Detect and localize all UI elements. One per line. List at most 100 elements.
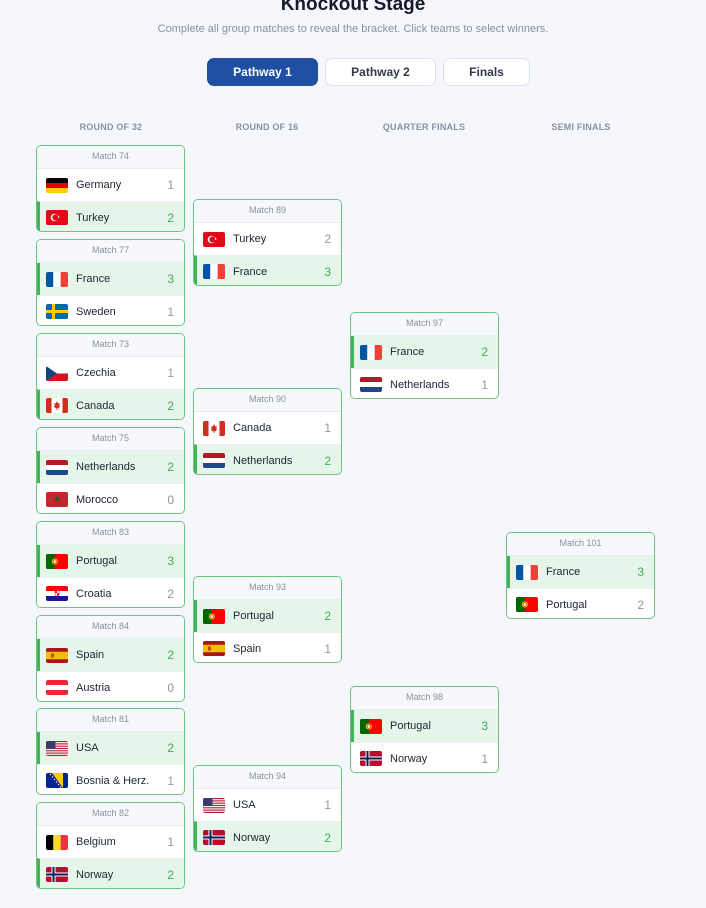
team-score: 2 xyxy=(324,453,331,468)
pathway-tabs: Pathway 1 Pathway 2 Finals xyxy=(0,58,706,88)
team-score: 3 xyxy=(481,719,488,733)
netherlands-flag-icon xyxy=(203,453,225,468)
team-row[interactable]: Norway 2 xyxy=(37,858,184,888)
team-row[interactable]: France 3 xyxy=(37,263,184,295)
team-row[interactable]: Turkey 2 xyxy=(194,223,341,255)
team-row[interactable]: Spain 1 xyxy=(194,632,341,662)
team-name: Bosnia & Herz. xyxy=(76,774,150,787)
match-card: Match 84 Spain 2 Austria 0 xyxy=(36,615,185,702)
match-label: Match 93 xyxy=(194,577,341,600)
team-score: 2 xyxy=(481,345,488,359)
match-label: Match 73 xyxy=(37,334,184,357)
team-name: Norway xyxy=(233,831,271,844)
team-row[interactable]: Netherlands 2 xyxy=(37,451,184,483)
team-score: 1 xyxy=(167,304,174,319)
team-score: 1 xyxy=(167,773,174,788)
team-row[interactable]: Sweden 1 xyxy=(37,295,184,325)
netherlands-flag-icon xyxy=(46,459,68,475)
france-flag-icon xyxy=(203,264,225,279)
team-score: 3 xyxy=(324,264,331,279)
turkey-flag-icon xyxy=(46,210,68,225)
team-row[interactable]: Czechia 1 xyxy=(37,357,184,389)
norway-flag-icon xyxy=(203,830,225,845)
team-row[interactable]: France 3 xyxy=(507,556,654,588)
match-card: Match 98 Portugal 3 Norway 1 xyxy=(350,686,499,773)
team-row[interactable]: USA 1 xyxy=(194,789,341,821)
team-row[interactable]: Norway 1 xyxy=(351,742,498,772)
norway-flag-icon xyxy=(360,751,382,766)
usa-flag-icon xyxy=(46,740,68,756)
team-row[interactable]: Austria 0 xyxy=(37,671,184,701)
match-card: Match 82 Belgium 1 Norway 2 xyxy=(36,802,185,889)
team-row[interactable]: Spain 2 xyxy=(37,639,184,671)
sweden-flag-icon xyxy=(46,304,68,319)
team-row[interactable]: Portugal 3 xyxy=(37,545,184,577)
team-row[interactable]: Netherlands 1 xyxy=(351,368,498,398)
match-card: Match 75 Netherlands 2 Morocco 0 xyxy=(36,427,185,514)
team-row[interactable]: Canada 2 xyxy=(37,389,184,419)
team-row[interactable]: Bosnia & Herz. 1 xyxy=(37,764,184,794)
tab-pathway-1[interactable]: Pathway 1 xyxy=(207,58,318,86)
match-label: Match 90 xyxy=(194,389,341,412)
team-name: USA xyxy=(233,799,256,811)
match-label: Match 82 xyxy=(37,803,184,826)
page-title: Knockout Stage xyxy=(280,0,426,15)
match-label: Match 84 xyxy=(37,616,184,639)
team-row[interactable]: Portugal 2 xyxy=(194,600,341,632)
team-name: Croatia xyxy=(76,587,112,600)
czechia-flag-icon xyxy=(46,365,68,381)
team-name: Turkey xyxy=(76,211,110,224)
round-header-round-of-16: ROUND OF 16 xyxy=(235,122,299,132)
team-name: France xyxy=(390,346,425,358)
match-label: Match 98 xyxy=(351,687,498,710)
team-row[interactable]: Morocco 0 xyxy=(37,483,184,513)
team-score: 2 xyxy=(167,210,174,225)
team-name: Portugal xyxy=(76,555,117,567)
austria-flag-icon xyxy=(46,680,68,695)
team-name: Czechia xyxy=(76,367,116,379)
netherlands-flag-icon xyxy=(360,377,382,392)
team-row[interactable]: Canada 1 xyxy=(194,412,341,444)
match-card: Match 97 France 2 Netherlands 1 xyxy=(350,312,499,399)
norway-flag-icon xyxy=(46,867,68,882)
tab-pathway-2[interactable]: Pathway 2 xyxy=(325,58,436,86)
team-name: Austria xyxy=(76,681,111,694)
usa-flag-icon xyxy=(203,797,225,813)
team-score: 3 xyxy=(637,565,644,579)
match-card: Match 93 Portugal 2 Spain 1 xyxy=(193,576,342,663)
team-name: Sweden xyxy=(76,305,116,318)
team-name: France xyxy=(233,265,268,278)
team-row[interactable]: Belgium 1 xyxy=(37,826,184,858)
team-row[interactable]: Germany 1 xyxy=(37,169,184,201)
team-score: 2 xyxy=(167,867,174,882)
spain-flag-icon xyxy=(203,641,225,656)
team-row[interactable]: France 3 xyxy=(194,255,341,285)
canada-flag-icon xyxy=(203,420,225,436)
team-score: 2 xyxy=(324,830,331,845)
team-name: Portugal xyxy=(546,598,587,611)
portugal-flag-icon xyxy=(516,597,538,612)
portugal-flag-icon xyxy=(203,608,225,624)
team-row[interactable]: USA 2 xyxy=(37,732,184,764)
team-row[interactable]: Croatia 2 xyxy=(37,577,184,607)
match-label: Match 81 xyxy=(37,709,184,732)
team-score: 1 xyxy=(324,798,331,812)
match-card: Match 101 France 3 Portugal 2 xyxy=(506,532,655,619)
portugal-flag-icon xyxy=(46,553,68,569)
team-row[interactable]: Netherlands 2 xyxy=(194,444,341,474)
team-name: Norway xyxy=(76,868,114,881)
spain-flag-icon xyxy=(46,647,68,663)
round-header-semi-finals: SEMI FINALS xyxy=(551,122,611,132)
team-row[interactable]: Turkey 2 xyxy=(37,201,184,231)
team-score: 1 xyxy=(481,377,488,392)
france-flag-icon xyxy=(360,344,382,360)
tab-finals[interactable]: Finals xyxy=(443,58,530,86)
team-row[interactable]: Portugal 3 xyxy=(351,710,498,742)
team-row[interactable]: Norway 2 xyxy=(194,821,341,851)
team-name: Canada xyxy=(233,422,272,434)
team-name: Norway xyxy=(390,752,428,765)
team-score: 1 xyxy=(481,751,488,766)
team-score: 1 xyxy=(324,641,331,656)
team-row[interactable]: Portugal 2 xyxy=(507,588,654,618)
team-row[interactable]: France 2 xyxy=(351,336,498,368)
